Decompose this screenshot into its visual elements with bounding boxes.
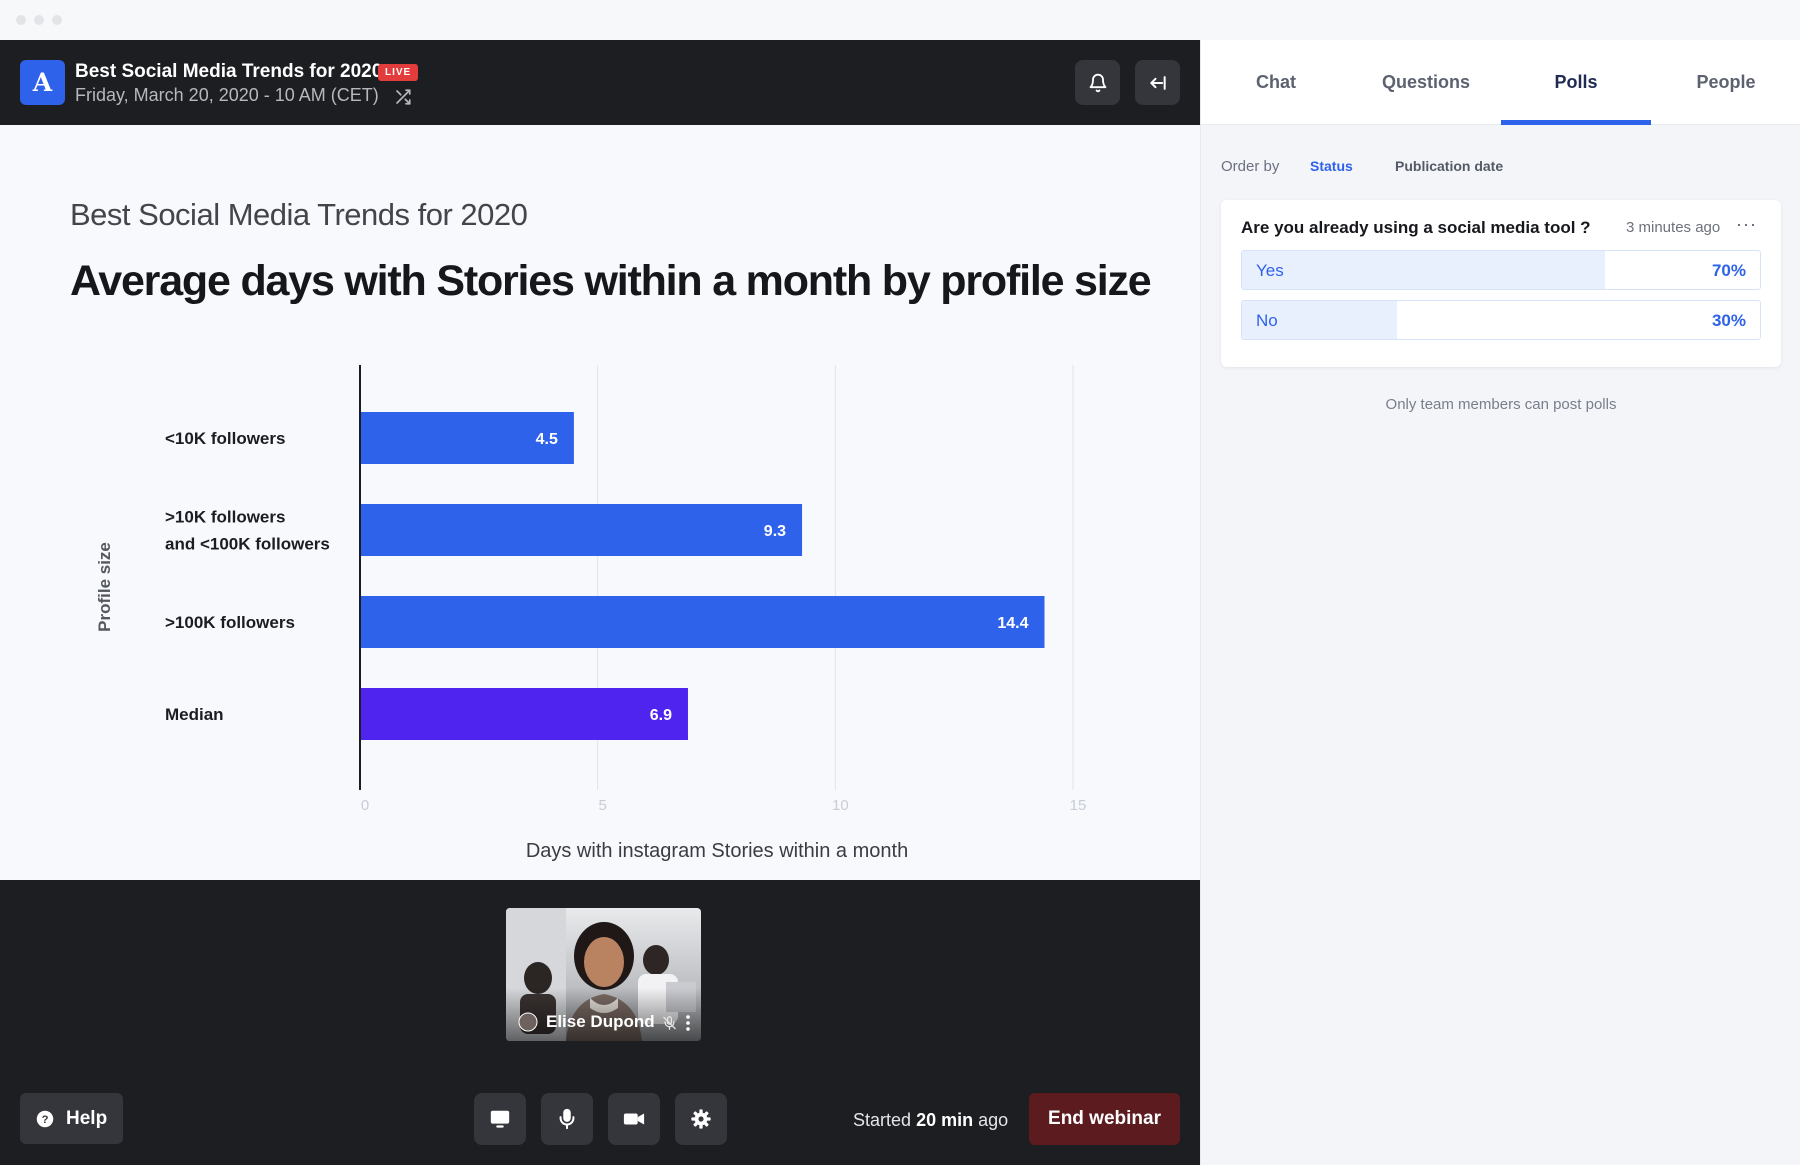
video-camera-icon (623, 1113, 645, 1125)
side-panel: Chat Questions Polls People Order by Sta… (1200, 40, 1800, 1165)
order-by-label: Order by (1221, 158, 1280, 175)
bell-icon (1089, 73, 1106, 92)
camera-button[interactable] (608, 1093, 660, 1145)
bar-data-label: 14.4 (997, 615, 1028, 632)
screen-share-button[interactable] (474, 1093, 526, 1145)
category-label: <10K followers (165, 429, 285, 448)
polls-note: Only team members can post polls (1385, 396, 1617, 413)
x-tick-label: 5 (598, 797, 606, 814)
bar-data-label: 6.9 (650, 707, 672, 724)
app-logo: A (20, 60, 65, 105)
poll-option-percent: 70% (1711, 261, 1746, 280)
bar-data-label: 9.3 (764, 523, 786, 540)
collapse-panel-button[interactable] (1135, 60, 1180, 105)
event-header: A Best Social Media Trends for 2020 LIVE… (0, 40, 1200, 125)
help-icon: ? (36, 1110, 54, 1127)
x-tick-label: 0 (361, 797, 369, 814)
started-value: 20 min (916, 1110, 974, 1130)
controls-bar: Elise Dupond ? Help Started 20 min ago E… (0, 880, 1200, 1165)
x-axis-label: Days with instagram Stories within a mon… (526, 840, 908, 862)
window-dot-maximize[interactable] (52, 15, 62, 25)
window-dot-close[interactable] (16, 15, 26, 25)
end-webinar-button[interactable]: End webinar (1029, 1093, 1180, 1145)
category-label: >100K followers (165, 613, 295, 632)
arrow-to-left-icon (1149, 75, 1166, 90)
poll-option-label: No (1256, 311, 1278, 330)
bar (360, 596, 1045, 648)
bar (360, 504, 803, 556)
poll-option-percent: 30% (1711, 311, 1746, 330)
category-label: Median (165, 705, 224, 724)
panel-tabs: Chat Questions Polls People (1201, 40, 1800, 125)
participant-video[interactable]: Elise Dupond (506, 908, 701, 1041)
x-tick-label: 15 (1070, 797, 1087, 814)
bar-chart: 0 5 10 15 4.5 <10K followers 9.3 >10K followers… (95, 365, 1087, 862)
settings-button[interactable] (675, 1093, 727, 1145)
tab-polls[interactable]: Polls (1501, 40, 1651, 125)
event-date: Friday, March 20, 2020 - 10 AM (CET) (75, 85, 379, 105)
shuffle-icon[interactable] (394, 88, 412, 106)
presentation-slide: Best Social Media Trends for 2020 Averag… (0, 125, 1200, 880)
poll-option-yes[interactable]: Yes 70% (1241, 250, 1761, 290)
started-prefix: Started (853, 1110, 912, 1130)
bar (360, 688, 688, 740)
poll-more-button[interactable]: ··· (1736, 214, 1757, 235)
poll-card: Are you already using a social media too… (1221, 200, 1781, 367)
poll-option-no[interactable]: No 30% (1241, 300, 1761, 340)
poll-question: Are you already using a social media too… (1241, 218, 1591, 237)
poll-option-bar (1242, 251, 1605, 289)
live-badge: LIVE (378, 64, 419, 81)
more-vertical-icon[interactable] (684, 1014, 692, 1032)
window-dot-minimize[interactable] (34, 15, 44, 25)
microphone-button[interactable] (541, 1093, 593, 1145)
x-tick-label: 10 (832, 797, 849, 814)
tab-chat[interactable]: Chat (1201, 40, 1351, 125)
mic-muted-icon (663, 1016, 676, 1030)
participant-name: Elise Dupond (546, 1012, 655, 1031)
monitor-icon (490, 1110, 510, 1128)
event-title: Best Social Media Trends for 2020 (75, 61, 383, 82)
tab-questions[interactable]: Questions (1351, 40, 1501, 125)
order-by-publication-date[interactable]: Publication date (1395, 158, 1503, 174)
help-button[interactable]: ? Help (20, 1093, 123, 1144)
notifications-button[interactable] (1075, 60, 1120, 105)
window-chrome (0, 0, 1800, 40)
help-label: Help (66, 1107, 108, 1129)
y-axis-label: Profile size (95, 542, 114, 632)
started-suffix: ago (978, 1110, 1009, 1130)
microphone-icon (559, 1108, 575, 1130)
category-label: >10K followers (165, 508, 285, 527)
category-label: and <100K followers (165, 535, 330, 554)
poll-time: 3 minutes ago (1626, 219, 1721, 236)
order-by-status[interactable]: Status (1310, 158, 1353, 174)
bar-data-label: 4.5 (536, 431, 558, 448)
gear-icon (691, 1109, 711, 1129)
svg-text:?: ? (42, 1113, 49, 1125)
tab-people[interactable]: People (1651, 40, 1800, 125)
poll-option-label: Yes (1256, 261, 1284, 280)
started-time: Started 20 min ago (853, 1110, 1008, 1131)
